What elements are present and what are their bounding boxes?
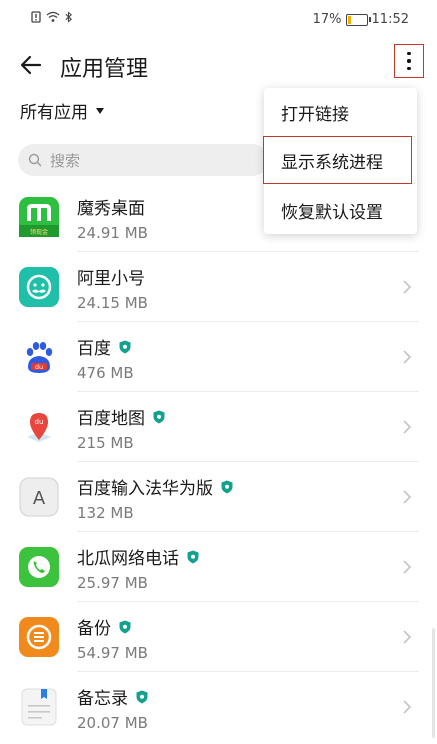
app-name: 备份 — [77, 614, 131, 639]
list-item[interactable]: 备份 54.97 MB — [0, 602, 437, 672]
shield-badge-icon — [153, 410, 165, 423]
app-size: 54.97 MB — [77, 644, 148, 662]
bluetooth-icon — [65, 11, 73, 23]
clock: 11:52 — [371, 12, 409, 27]
scrollbar[interactable] — [432, 628, 435, 738]
status-icons-right: 17% 11:52 — [313, 12, 409, 27]
baidu-icon: du — [26, 342, 53, 373]
app-size: 215 MB — [77, 434, 134, 452]
app-size: 20.07 MB — [77, 714, 148, 732]
svg-text:du: du — [35, 363, 43, 371]
app-name: 魔秀桌面 — [77, 199, 145, 219]
baidu-input-icon: A — [19, 477, 59, 517]
chevron-right-icon — [403, 350, 412, 364]
more-options-button[interactable] — [394, 44, 424, 78]
app-size: 476 MB — [77, 364, 134, 382]
overflow-menu: 打开链接 显示系统进程 恢复默认设置 — [263, 88, 417, 234]
app-size: 24.15 MB — [77, 294, 148, 312]
chevron-right-icon — [403, 700, 412, 714]
backup-icon — [19, 617, 59, 657]
chevron-right-icon — [403, 490, 412, 504]
caret-down-icon — [96, 107, 104, 114]
chevron-right-icon — [403, 560, 412, 574]
app-name: 百度 — [77, 334, 131, 359]
battery-percent: 17% — [312, 12, 342, 27]
title-bar: 应用管理 — [0, 40, 437, 90]
list-item[interactable]: 备忘录 20.07 MB — [0, 672, 437, 742]
shield-badge-icon — [221, 480, 233, 493]
back-arrow-icon[interactable] — [18, 52, 44, 78]
list-item[interactable]: 北瓜网络电话 25.97 MB — [0, 532, 437, 602]
app-name: 北瓜网络电话 — [77, 544, 199, 569]
chevron-right-icon — [403, 280, 412, 294]
menu-item-show-system-processes[interactable]: 显示系统进程 — [263, 136, 412, 184]
icon-badge-text: 领现金 — [30, 228, 48, 236]
shield-badge-icon — [136, 690, 148, 703]
beigua-phone-icon — [19, 547, 59, 587]
app-name: 备忘录 — [77, 684, 148, 709]
chevron-right-icon — [403, 420, 412, 434]
list-item[interactable]: du 百度地图 215 MB — [0, 392, 437, 462]
memo-icon — [21, 688, 57, 726]
app-filter-dropdown[interactable]: 所有应用 — [20, 98, 104, 123]
page-title: 应用管理 — [60, 57, 149, 82]
alixiaohao-icon — [19, 267, 59, 307]
list-item[interactable]: du 百度 476 MB — [0, 322, 437, 392]
app-name: 百度地图 — [77, 404, 165, 429]
status-icons-left — [30, 11, 73, 23]
baidu-map-icon: du — [27, 413, 51, 442]
app-name: 阿里小号 — [77, 269, 145, 289]
moxiu-icon: 领现金 — [19, 197, 59, 237]
svg-text:A: A — [33, 488, 46, 509]
filter-label: 所有应用 — [20, 103, 88, 123]
menu-item-open-links[interactable]: 打开链接 — [264, 88, 417, 136]
search-placeholder: 搜索 — [50, 151, 81, 170]
app-size: 25.97 MB — [77, 574, 148, 592]
search-input[interactable]: 搜索 — [18, 144, 268, 176]
app-name: 百度输入法华为版 — [77, 474, 233, 499]
battery-icon — [345, 13, 371, 26]
shield-badge-icon — [119, 340, 131, 353]
app-size: 132 MB — [77, 504, 134, 522]
list-item[interactable]: 阿里小号 24.15 MB — [0, 252, 437, 322]
wifi-icon — [46, 11, 60, 22]
app-size: 24.91 MB — [77, 224, 148, 242]
search-icon — [28, 153, 42, 167]
shield-badge-icon — [187, 550, 199, 563]
status-bar: 17% 11:52 — [0, 0, 437, 40]
list-item[interactable]: A 百度输入法华为版 132 MB — [0, 462, 437, 532]
notification-icon — [31, 11, 41, 23]
menu-item-restore-defaults[interactable]: 恢复默认设置 — [264, 186, 417, 234]
svg-text:du: du — [35, 418, 44, 426]
more-vertical-icon — [407, 51, 411, 71]
shield-badge-icon — [119, 620, 131, 633]
chevron-right-icon — [403, 630, 412, 644]
